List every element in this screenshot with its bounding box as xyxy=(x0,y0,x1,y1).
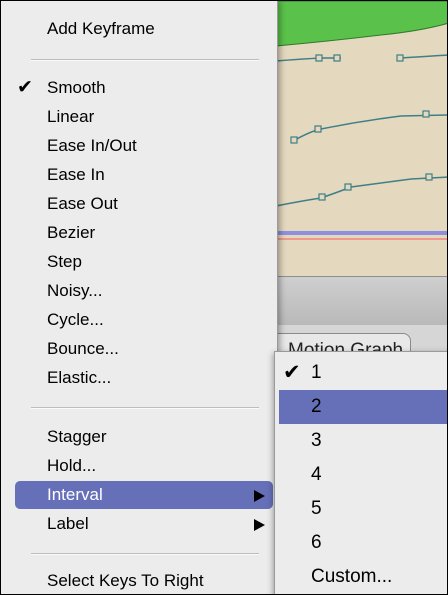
submenu-item-label: 4 xyxy=(311,464,322,485)
key-marker xyxy=(344,183,352,191)
green-track xyxy=(260,1,447,47)
key-marker xyxy=(314,125,322,133)
menu-item-bounce[interactable]: Bounce... xyxy=(15,335,273,363)
menu-item-step[interactable]: Step xyxy=(15,248,273,276)
checkmark-icon: ✔ xyxy=(283,361,301,384)
menu-item-label: Cycle... xyxy=(47,310,104,329)
menu-item-label: Hold... xyxy=(47,456,97,475)
menu-separator xyxy=(31,407,259,409)
menu-item-hold[interactable]: Hold... xyxy=(15,452,273,480)
submenu-item-label: 3 xyxy=(311,430,322,451)
menu-item-label: Elastic... xyxy=(47,368,112,387)
submenu-arrow-icon xyxy=(254,519,265,531)
key-marker xyxy=(333,54,341,62)
submenu-item-4[interactable]: 4 xyxy=(279,458,447,492)
menu-item-linear[interactable]: Linear xyxy=(15,103,273,131)
menu-item-label-submenu[interactable]: Label xyxy=(15,510,273,538)
menu-separator xyxy=(31,59,259,61)
submenu-item-label: 6 xyxy=(311,532,322,553)
menu-item-elastic[interactable]: Elastic... xyxy=(15,364,273,392)
key-marker xyxy=(315,54,323,62)
curve-3 xyxy=(275,176,447,207)
menu-item-label: Linear xyxy=(47,107,95,126)
menu-item-label: Smooth xyxy=(47,78,106,97)
submenu-item-6[interactable]: 6 xyxy=(279,526,447,560)
menu-item-label: Ease Out xyxy=(47,194,118,213)
menu-item-label: Label xyxy=(47,514,89,533)
menu-item-ease-in[interactable]: Ease In xyxy=(15,161,273,189)
menu-separator xyxy=(31,553,259,555)
submenu-arrow-icon xyxy=(254,490,265,502)
submenu-item-1[interactable]: ✔ 1 xyxy=(279,356,447,390)
submenu-item-custom[interactable]: Custom... xyxy=(279,560,447,594)
menu-item-cycle[interactable]: Cycle... xyxy=(15,306,273,334)
checkmark-icon: ✔ xyxy=(17,77,33,98)
menu-item-label: Select Keys To Right xyxy=(47,571,204,590)
menu-item-smooth[interactable]: ✔ Smooth xyxy=(15,74,273,102)
submenu-item-5[interactable]: 5 xyxy=(279,492,447,526)
menu-item-label: Step xyxy=(47,252,82,271)
menu-item-interval[interactable]: Interval xyxy=(15,481,273,509)
menu-item-ease-out[interactable]: Ease Out xyxy=(15,190,273,218)
screenshot-frame: Motion Graph Add Keyframe ✔ Smooth Linea… xyxy=(0,0,448,595)
submenu-item-label: 1 xyxy=(311,362,322,383)
menu-item-label: Add Keyframe xyxy=(47,19,155,38)
menu-item-add-keyframe[interactable]: Add Keyframe xyxy=(15,15,273,43)
context-menu: Add Keyframe ✔ Smooth Linear Ease In/Out… xyxy=(1,1,278,594)
key-marker xyxy=(422,110,430,118)
submenu-item-2[interactable]: 2 xyxy=(279,390,447,424)
submenu-item-label: 5 xyxy=(311,498,322,519)
menu-item-label: Ease In xyxy=(47,165,105,184)
menu-item-bezier[interactable]: Bezier xyxy=(15,219,273,247)
menu-item-label: Stagger xyxy=(47,427,107,446)
interval-submenu: ✔ 1 2 3 4 5 6 Custom... xyxy=(274,351,447,594)
key-marker xyxy=(290,136,298,144)
menu-item-label: Noisy... xyxy=(47,281,103,300)
submenu-item-3[interactable]: 3 xyxy=(279,424,447,458)
menu-item-noisy[interactable]: Noisy... xyxy=(15,277,273,305)
menu-item-select-keys-to-right[interactable]: Select Keys To Right xyxy=(15,567,273,594)
key-marker xyxy=(318,193,326,201)
key-marker xyxy=(396,54,404,62)
key-marker xyxy=(425,173,433,181)
menu-item-label: Bezier xyxy=(47,223,96,242)
menu-item-ease-in-out[interactable]: Ease In/Out xyxy=(15,132,273,160)
submenu-item-label: Custom... xyxy=(311,566,393,587)
menu-item-label: Ease In/Out xyxy=(47,136,137,155)
menu-item-label: Bounce... xyxy=(47,339,119,358)
menu-item-stagger[interactable]: Stagger xyxy=(15,423,273,451)
curve-1 xyxy=(275,54,447,62)
menu-item-label: Interval xyxy=(47,485,103,504)
submenu-item-label: 2 xyxy=(311,396,322,417)
